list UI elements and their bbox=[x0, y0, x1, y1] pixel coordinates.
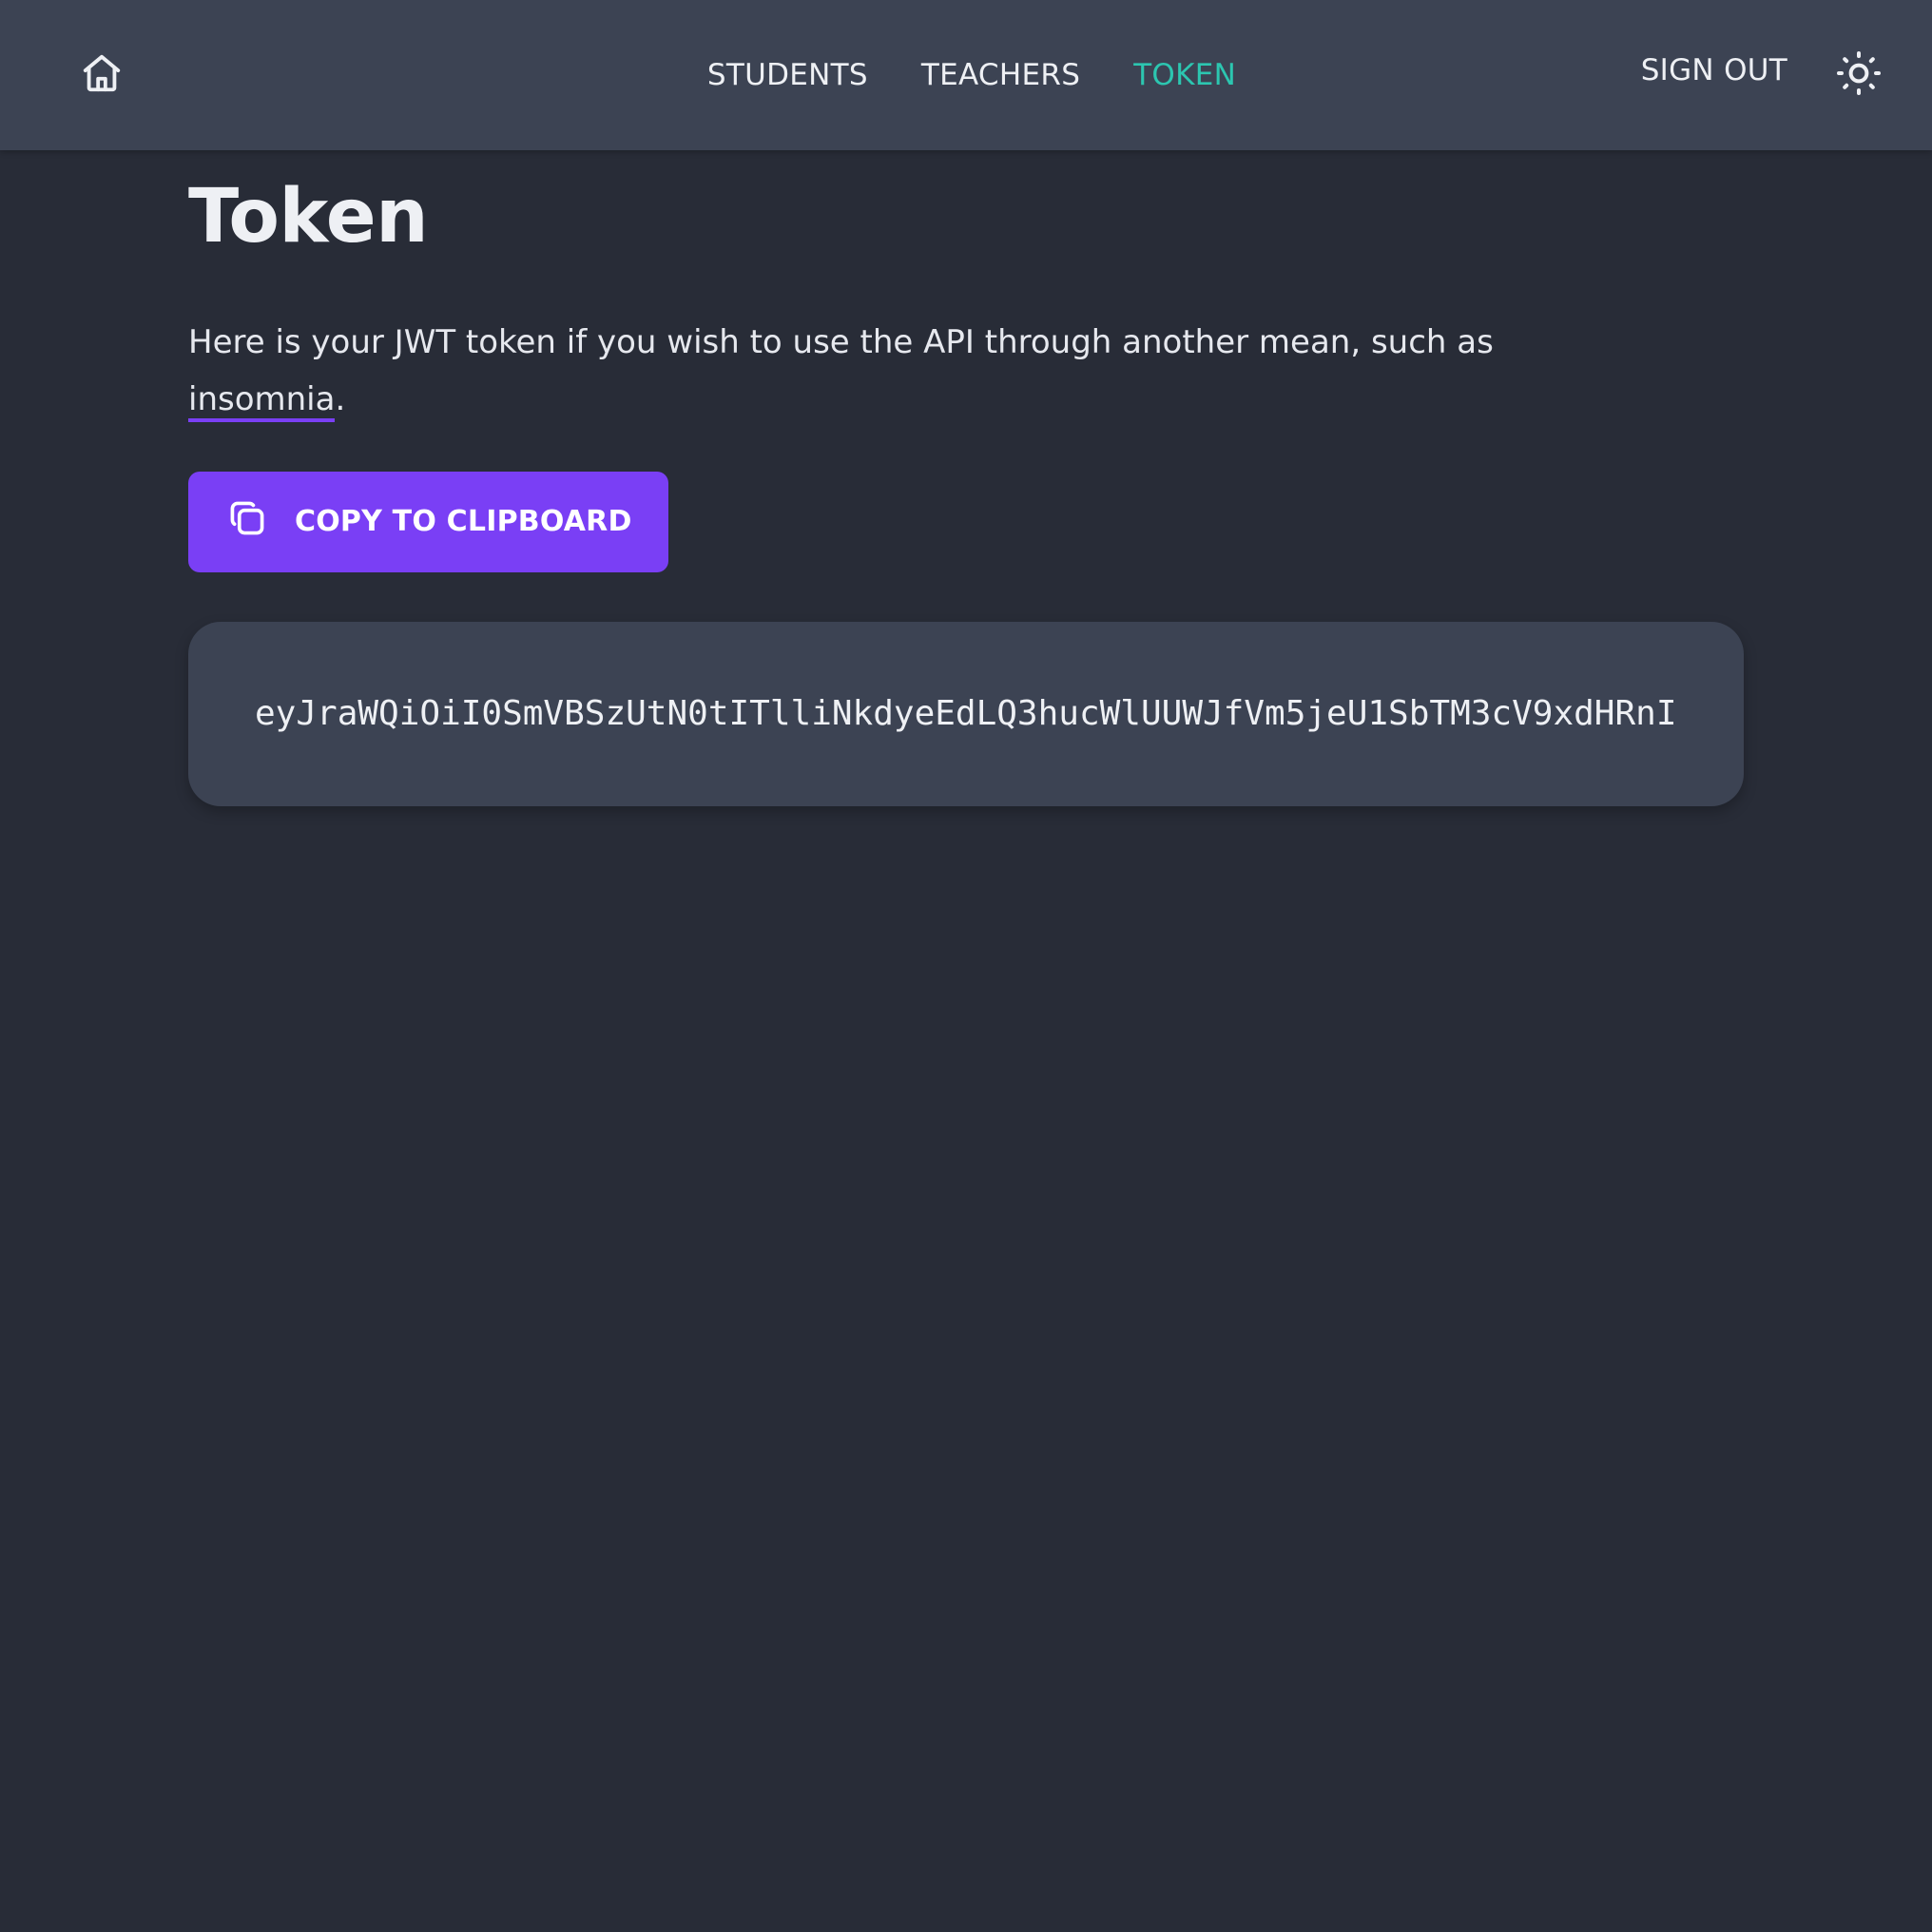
copy-icon bbox=[226, 497, 268, 547]
top-navbar: STUDENTS TEACHERS TOKEN SIGN OUT bbox=[0, 0, 1932, 150]
nav-link-teachers[interactable]: TEACHERS bbox=[921, 58, 1080, 92]
description-text: Here is your JWT token if you wish to us… bbox=[188, 322, 1494, 361]
insomnia-link[interactable]: insomnia bbox=[188, 379, 336, 422]
theme-toggle-button[interactable] bbox=[1835, 51, 1883, 99]
page-title: Token bbox=[188, 174, 429, 260]
copy-button-label: COPY TO CLIPBOARD bbox=[295, 505, 632, 539]
sign-out-button[interactable]: SIGN OUT bbox=[1641, 53, 1787, 87]
home-icon bbox=[80, 51, 124, 99]
home-button[interactable] bbox=[76, 49, 127, 101]
token-value[interactable]: eyJraWQiOiI0SmVBSzUtN0tITlliNkdyeEdLQ3hu… bbox=[255, 694, 1677, 733]
description-end: . bbox=[335, 379, 346, 418]
nav-link-token[interactable]: TOKEN bbox=[1133, 58, 1236, 92]
nav-links: STUDENTS TEACHERS TOKEN bbox=[707, 58, 1236, 92]
sun-icon bbox=[1836, 50, 1882, 100]
token-display[interactable]: eyJraWQiOiI0SmVBSzUtN0tITlliNkdyeEdLQ3hu… bbox=[188, 621, 1744, 806]
nav-link-students[interactable]: STUDENTS bbox=[707, 58, 868, 92]
main-content: Token Here is your JWT token if you wish… bbox=[188, 150, 1744, 806]
copy-to-clipboard-button[interactable]: COPY TO CLIPBOARD bbox=[188, 471, 668, 572]
page-description: Here is your JWT token if you wish to us… bbox=[188, 314, 1519, 428]
